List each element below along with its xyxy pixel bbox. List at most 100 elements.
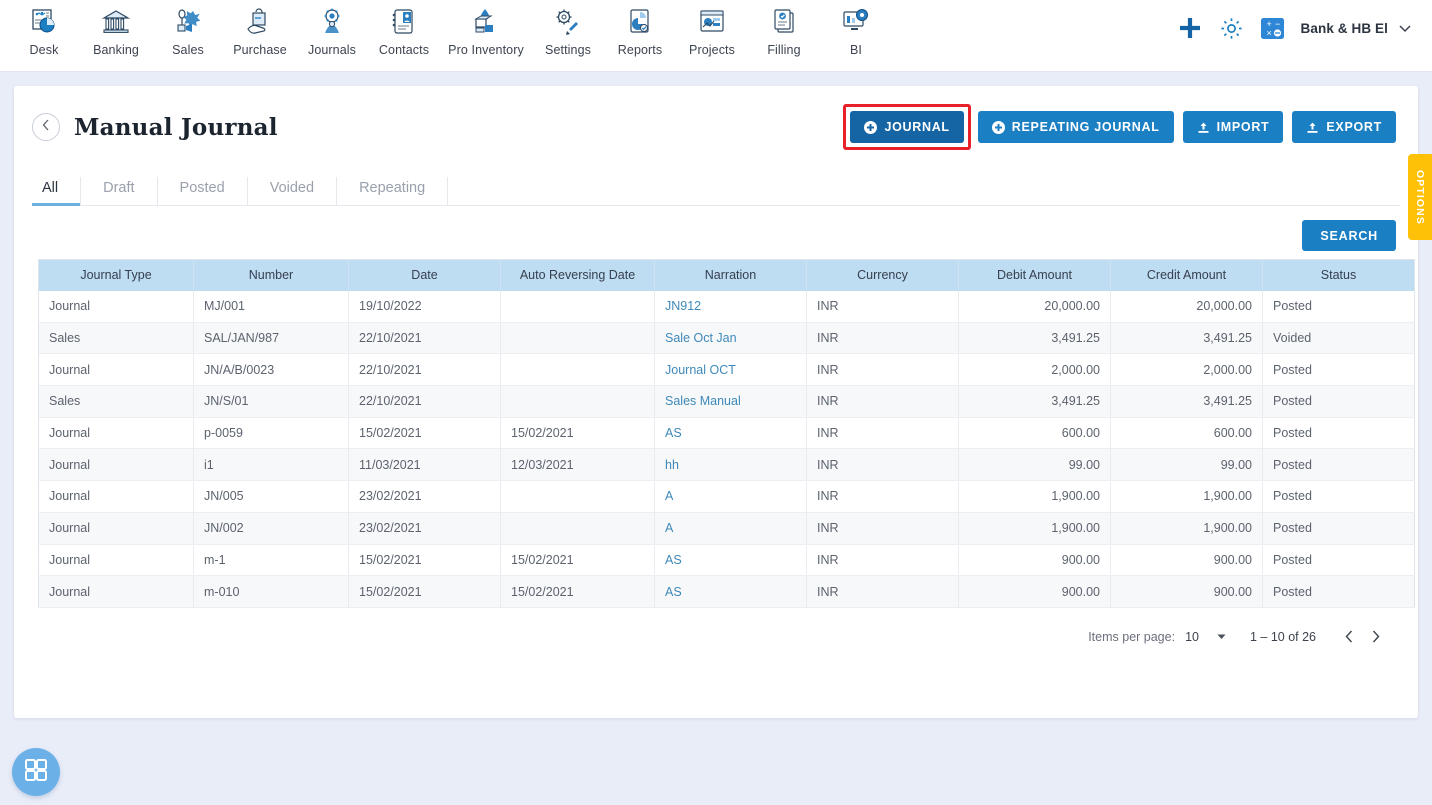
tab-all[interactable]: All [32, 177, 82, 206]
button-label: EXPORT [1326, 120, 1382, 134]
cell-auto-reversing-date [500, 385, 655, 418]
cell-currency: INR [806, 290, 959, 323]
column-header-auto-reversing-date[interactable]: Auto Reversing Date [500, 259, 655, 291]
previous-page-button[interactable] [1336, 624, 1362, 650]
tab-draft[interactable]: Draft [81, 177, 158, 205]
nav-item-sales[interactable]: Sales [152, 4, 224, 57]
calculator-icon[interactable]: + − × [1260, 16, 1285, 41]
table-row[interactable]: Journal p-0059 15/02/2021 15/02/2021 AS … [38, 417, 1415, 450]
cell-narration[interactable]: Sale Oct Jan [654, 322, 807, 355]
table-row[interactable]: Journal MJ/001 19/10/2022 JN912 INR 20,0… [38, 290, 1415, 323]
cell-journal-type: Journal [38, 290, 194, 323]
cell-debit-amount: 2,000.00 [958, 353, 1111, 387]
tab-label: Repeating [359, 179, 426, 196]
table-header: Journal Type Number Date Auto Reversing … [38, 259, 1415, 291]
table-row[interactable]: Journal JN/A/B/0023 22/10/2021 Journal O… [38, 353, 1415, 387]
export-button[interactable]: EXPORT [1292, 111, 1396, 143]
nav-item-filling[interactable]: Filling [748, 4, 820, 57]
column-header-credit-amount[interactable]: Credit Amount [1110, 259, 1263, 291]
tab-posted[interactable]: Posted [158, 177, 248, 205]
nav-item-contacts[interactable]: Contacts [368, 4, 440, 57]
cell-status: Posted [1262, 575, 1415, 608]
nav-item-bi[interactable]: BI [820, 4, 892, 57]
cell-journal-type: Journal [38, 448, 194, 482]
caret-down-icon[interactable] [1215, 630, 1228, 643]
tab-label: All [42, 179, 59, 196]
tab-repeating[interactable]: Repeating [337, 177, 449, 205]
narration-link[interactable]: AS [665, 426, 682, 440]
inventory-icon [468, 4, 504, 40]
table-row[interactable]: Journal i1 11/03/2021 12/03/2021 hh INR … [38, 448, 1415, 482]
chevron-down-icon[interactable] [1396, 19, 1414, 37]
narration-link[interactable]: Sales Manual [665, 394, 741, 408]
options-tab[interactable]: OPTIONS [1408, 154, 1432, 240]
cell-narration[interactable]: Journal OCT [654, 353, 807, 387]
cell-narration[interactable]: hh [654, 448, 807, 482]
cell-narration[interactable]: JN912 [654, 290, 807, 323]
plus-icon[interactable] [1177, 15, 1203, 41]
cell-journal-type: Journal [38, 512, 194, 545]
narration-link[interactable]: Sale Oct Jan [665, 331, 737, 345]
cell-narration[interactable]: A [654, 480, 807, 513]
column-header-status[interactable]: Status [1262, 259, 1415, 291]
nav-item-desk[interactable]: Desk [8, 4, 80, 57]
cell-narration[interactable]: AS [654, 417, 807, 450]
table-row[interactable]: Journal JN/005 23/02/2021 A INR 1,900.00… [38, 480, 1415, 513]
journal-button-highlight: JOURNAL [843, 104, 971, 150]
nav-item-banking[interactable]: Banking [80, 4, 152, 57]
nav-item-projects[interactable]: Projects [676, 4, 748, 57]
column-header-journal-type[interactable]: Journal Type [38, 259, 194, 291]
cell-currency: INR [806, 512, 959, 545]
column-header-number[interactable]: Number [193, 259, 349, 291]
nav-item-reports[interactable]: Reports [604, 4, 676, 57]
narration-link[interactable]: A [665, 521, 673, 535]
cell-date: 23/02/2021 [348, 512, 501, 545]
paginator: Items per page: 10 1 – 10 of 26 [14, 608, 1418, 650]
cell-narration[interactable]: AS [654, 544, 807, 577]
column-header-date[interactable]: Date [348, 259, 501, 291]
organization-name[interactable]: Bank & HB El [1301, 21, 1388, 36]
cell-currency: INR [806, 417, 959, 450]
apps-launcher-button[interactable] [12, 748, 60, 796]
cell-journal-type: Journal [38, 353, 194, 387]
nav-item-settings[interactable]: Settings [532, 4, 604, 57]
cell-narration[interactable]: AS [654, 575, 807, 608]
column-header-currency[interactable]: Currency [806, 259, 959, 291]
back-button[interactable] [32, 113, 60, 141]
search-row: SEARCH [14, 206, 1418, 259]
narration-link[interactable]: hh [665, 458, 679, 472]
narration-link[interactable]: JN912 [665, 299, 701, 313]
nav-label: BI [849, 43, 862, 57]
gear-icon[interactable] [1219, 16, 1244, 41]
add-journal-button[interactable]: JOURNAL [850, 111, 964, 143]
search-button[interactable]: SEARCH [1302, 220, 1396, 251]
cell-currency: INR [806, 322, 959, 355]
cell-status: Posted [1262, 544, 1415, 577]
table-row[interactable]: Sales SAL/JAN/987 22/10/2021 Sale Oct Ja… [38, 322, 1415, 355]
narration-link[interactable]: AS [665, 553, 682, 567]
cell-narration[interactable]: Sales Manual [654, 385, 807, 418]
column-header-narration[interactable]: Narration [654, 259, 807, 291]
nav-item-journals[interactable]: Journals [296, 4, 368, 57]
cell-date: 22/10/2021 [348, 322, 501, 355]
cell-auto-reversing-date: 12/03/2021 [500, 448, 655, 482]
narration-link[interactable]: AS [665, 585, 682, 599]
table-row[interactable]: Sales JN/S/01 22/10/2021 Sales Manual IN… [38, 385, 1415, 418]
table-row[interactable]: Journal m-010 15/02/2021 15/02/2021 AS I… [38, 575, 1415, 608]
items-per-page-value[interactable]: 10 [1185, 630, 1199, 644]
cell-number: JN/A/B/0023 [193, 353, 349, 387]
add-repeating-journal-button[interactable]: REPEATING JOURNAL [977, 111, 1174, 143]
nav-item-purchase[interactable]: Purchase [224, 4, 296, 57]
narration-link[interactable]: Journal OCT [665, 363, 736, 377]
tab-voided[interactable]: Voided [248, 177, 338, 205]
next-page-button[interactable] [1362, 624, 1388, 650]
table-row[interactable]: Journal JN/002 23/02/2021 A INR 1,900.00… [38, 512, 1415, 545]
nav-label: Contacts [378, 43, 430, 57]
bi-icon [838, 4, 874, 40]
import-button[interactable]: IMPORT [1182, 111, 1284, 143]
cell-narration[interactable]: A [654, 512, 807, 545]
nav-item-pro-inventory[interactable]: Pro Inventory [440, 4, 532, 57]
table-row[interactable]: Journal m-1 15/02/2021 15/02/2021 AS INR… [38, 544, 1415, 577]
narration-link[interactable]: A [665, 489, 673, 503]
column-header-debit-amount[interactable]: Debit Amount [958, 259, 1111, 291]
